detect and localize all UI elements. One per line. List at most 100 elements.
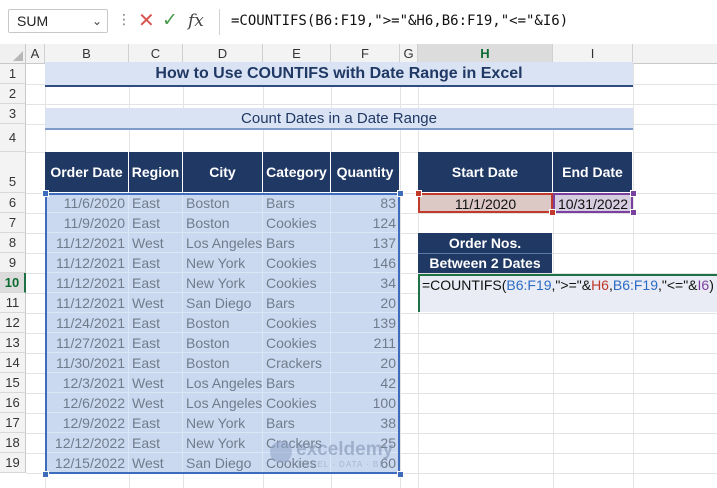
start-date-handle-br[interactable] bbox=[549, 209, 556, 216]
cell-quantity[interactable]: 137 bbox=[331, 233, 400, 253]
column-header-e[interactable]: E bbox=[263, 44, 331, 64]
cell-city[interactable]: San Diego bbox=[183, 293, 263, 313]
select-all-corner[interactable] bbox=[0, 44, 26, 64]
cell-city[interactable]: New York bbox=[183, 413, 263, 433]
cell-region[interactable]: East bbox=[129, 433, 183, 453]
cell-region[interactable]: East bbox=[129, 253, 183, 273]
cell-city[interactable]: New York bbox=[183, 273, 263, 293]
cell-order-date[interactable]: 12/3/2021 bbox=[45, 373, 129, 393]
row-header-4[interactable]: 4 bbox=[0, 124, 26, 152]
cell-order-date[interactable]: 12/15/2022 bbox=[45, 453, 129, 473]
cell-region[interactable]: West bbox=[129, 373, 183, 393]
header-category[interactable]: Category bbox=[263, 152, 331, 192]
cell-quantity[interactable]: 38 bbox=[331, 413, 400, 433]
cell-order-date[interactable]: 11/27/2021 bbox=[45, 333, 129, 353]
cell-city[interactable]: San Diego bbox=[183, 453, 263, 473]
cell-category[interactable]: Cookies bbox=[263, 333, 331, 353]
cell-category[interactable]: Cookies bbox=[263, 253, 331, 273]
row-header-9[interactable]: 9 bbox=[0, 253, 26, 273]
row-header-2[interactable]: 2 bbox=[0, 84, 26, 104]
row-header-10[interactable]: 10 bbox=[0, 273, 26, 293]
cell-city[interactable]: Boston bbox=[183, 193, 263, 213]
row-header-16[interactable]: 16 bbox=[0, 393, 26, 413]
cell-region[interactable]: West bbox=[129, 233, 183, 253]
column-header-c[interactable]: C bbox=[129, 44, 183, 64]
row-header-11[interactable]: 11 bbox=[0, 293, 26, 313]
cell-quantity[interactable]: 211 bbox=[331, 333, 400, 353]
cell-region[interactable]: West bbox=[129, 393, 183, 413]
cell-city[interactable]: Los Angeles bbox=[183, 393, 263, 413]
row-header-14[interactable]: 14 bbox=[0, 353, 26, 373]
insert-function-icon[interactable]: fx bbox=[188, 9, 204, 33]
cell-city[interactable]: Boston bbox=[183, 353, 263, 373]
cell-quantity[interactable]: 100 bbox=[331, 393, 400, 413]
cancel-icon[interactable]: ✕ bbox=[138, 9, 155, 33]
cell-region[interactable]: West bbox=[129, 293, 183, 313]
cell-city[interactable]: New York bbox=[183, 253, 263, 273]
cell-quantity[interactable]: 146 bbox=[331, 253, 400, 273]
cell-city[interactable]: New York bbox=[183, 433, 263, 453]
row-header-12[interactable]: 12 bbox=[0, 313, 26, 333]
cell-region[interactable]: East bbox=[129, 273, 183, 293]
cell-order-date[interactable]: 12/12/2022 bbox=[45, 433, 129, 453]
cell-city[interactable]: Boston bbox=[183, 313, 263, 333]
row-header-6[interactable]: 6 bbox=[0, 193, 26, 213]
cell-order-date[interactable]: 11/6/2020 bbox=[45, 193, 129, 213]
range-handle-top-right[interactable] bbox=[397, 190, 404, 197]
formula-input[interactable]: =COUNTIFS(B6:F19,">="&H6,B6:F19,"<="&I6) bbox=[219, 9, 717, 35]
cell-quantity[interactable]: 124 bbox=[331, 213, 400, 233]
header-city[interactable]: City bbox=[183, 152, 263, 192]
row-header-13[interactable]: 13 bbox=[0, 333, 26, 353]
header-order-date[interactable]: Order Date bbox=[45, 152, 129, 192]
cell-quantity[interactable]: 34 bbox=[331, 273, 400, 293]
enter-icon[interactable]: ✓ bbox=[162, 9, 178, 33]
cell-quantity[interactable]: 83 bbox=[331, 193, 400, 213]
start-date-cell[interactable]: 11/1/2020 bbox=[418, 193, 553, 213]
cell-order-date[interactable]: 11/9/2020 bbox=[45, 213, 129, 233]
row-header-17[interactable]: 17 bbox=[0, 413, 26, 433]
cell-region[interactable]: West bbox=[129, 453, 183, 473]
row-header-15[interactable]: 15 bbox=[0, 373, 26, 393]
cell-region[interactable]: East bbox=[129, 353, 183, 373]
cell-city[interactable]: Boston bbox=[183, 213, 263, 233]
cell-category[interactable]: Bars bbox=[263, 293, 331, 313]
cell-order-date[interactable]: 11/24/2021 bbox=[45, 313, 129, 333]
end-date-cell[interactable]: 10/31/2022 bbox=[553, 193, 633, 213]
column-header-h[interactable]: H bbox=[418, 44, 553, 64]
cell-region[interactable]: East bbox=[129, 193, 183, 213]
cell-quantity[interactable]: 139 bbox=[331, 313, 400, 333]
cell-order-date[interactable]: 12/6/2022 bbox=[45, 393, 129, 413]
cell-region[interactable]: East bbox=[129, 413, 183, 433]
cell-category[interactable]: Bars bbox=[263, 233, 331, 253]
cell-city[interactable]: Los Angeles bbox=[183, 373, 263, 393]
cell-category[interactable]: Cookies bbox=[263, 273, 331, 293]
cell-order-date[interactable]: 11/12/2021 bbox=[45, 293, 129, 313]
cell-order-date[interactable]: 11/12/2021 bbox=[45, 233, 129, 253]
column-header-b[interactable]: B bbox=[45, 44, 129, 64]
range-handle-bottom-left[interactable] bbox=[42, 471, 49, 478]
row-header-7[interactable]: 7 bbox=[0, 213, 26, 233]
order-nos-header[interactable]: Order Nos. Between 2 Dates bbox=[418, 233, 552, 273]
cell-quantity[interactable]: 42 bbox=[331, 373, 400, 393]
chevron-down-icon[interactable]: ⌄ bbox=[92, 14, 102, 28]
end-date-handle-br[interactable] bbox=[630, 209, 637, 216]
end-date-handle[interactable] bbox=[630, 190, 637, 197]
column-header-i[interactable]: I bbox=[553, 44, 633, 64]
row-header-19[interactable]: 19 bbox=[0, 453, 26, 473]
more-options-icon[interactable]: ⋮ bbox=[117, 11, 131, 28]
column-header-f[interactable]: F bbox=[331, 44, 400, 64]
row-header-3[interactable]: 3 bbox=[0, 104, 26, 124]
range-handle-top-left[interactable] bbox=[42, 190, 49, 197]
column-header-g[interactable]: G bbox=[400, 44, 418, 64]
column-header-d[interactable]: D bbox=[183, 44, 263, 64]
row-header-8[interactable]: 8 bbox=[0, 233, 26, 253]
header-quantity[interactable]: Quantity bbox=[331, 152, 400, 192]
cell-city[interactable]: Los Angeles bbox=[183, 233, 263, 253]
cell-category[interactable]: Bars bbox=[263, 373, 331, 393]
row-header-1[interactable]: 1 bbox=[0, 64, 26, 84]
cell-category[interactable]: Cookies bbox=[263, 213, 331, 233]
cell-order-date[interactable]: 11/30/2021 bbox=[45, 353, 129, 373]
cell-quantity[interactable]: 20 bbox=[331, 293, 400, 313]
end-date-header[interactable]: End Date bbox=[553, 152, 633, 192]
cell-order-date[interactable]: 11/12/2021 bbox=[45, 273, 129, 293]
